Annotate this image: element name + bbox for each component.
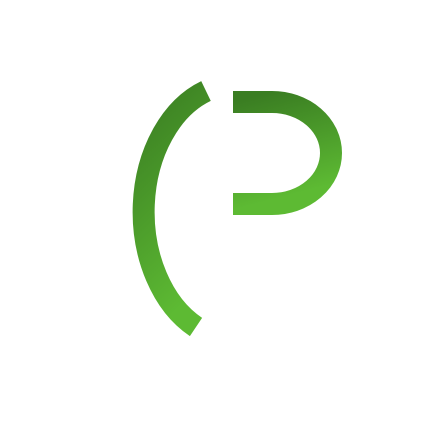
letter-p-bowl	[233, 91, 342, 215]
letter-g	[132, 81, 212, 338]
letter-p	[222, 91, 342, 342]
gp-monogram-logo	[132, 81, 342, 342]
logo-canvas	[0, 0, 434, 434]
